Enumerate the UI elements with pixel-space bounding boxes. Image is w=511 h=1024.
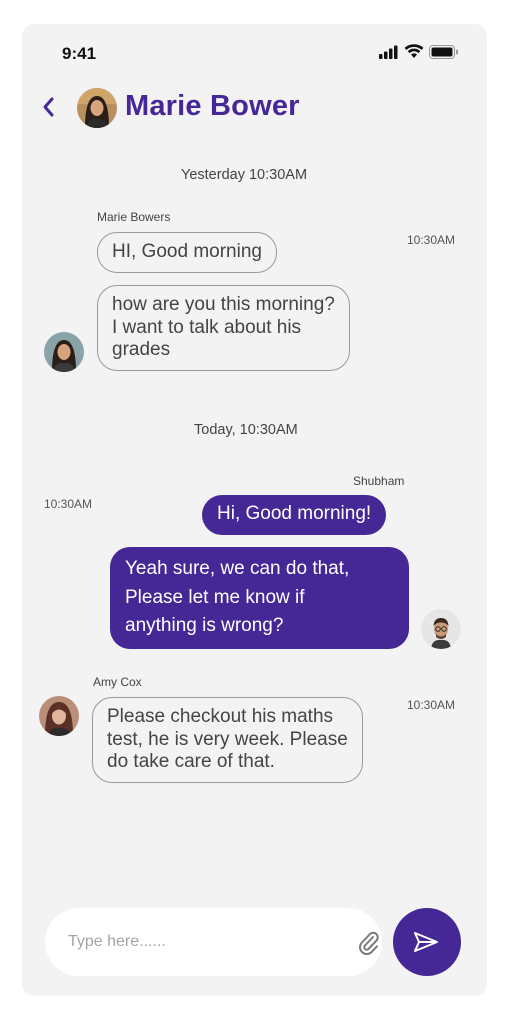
message-line: how are you this morning?: [112, 294, 335, 315]
message-line: Please let me know if: [125, 586, 305, 608]
message-time: 10:30AM: [407, 233, 456, 247]
sender-name: Marie Bowers: [97, 210, 171, 224]
sender-name: Amy Cox: [93, 675, 142, 689]
attach-button[interactable]: [355, 928, 381, 956]
message-time: 10:30AM: [407, 698, 456, 712]
message-line: Yeah sure, we can do that,: [125, 558, 350, 579]
incoming-message[interactable]: Please checkout his maths test, he is ve…: [92, 697, 363, 783]
status-time: 9:41: [62, 44, 97, 63]
message-line: Please checkout his maths: [107, 706, 334, 727]
outgoing-message[interactable]: Hi, Good morning!: [202, 495, 387, 535]
sender-avatar[interactable]: [421, 609, 461, 649]
message-line: HI, Good morning: [112, 241, 262, 262]
message-line: Hi, Good morning!: [217, 503, 372, 524]
send-button[interactable]: [393, 908, 461, 976]
message-composer: [45, 908, 382, 976]
incoming-message[interactable]: how are you this morning? I want to talk…: [97, 285, 350, 371]
outgoing-message[interactable]: Yeah sure, we can do that, Please let me…: [110, 547, 409, 649]
message-line: anything is wrong?: [125, 615, 284, 636]
message-input[interactable]: [68, 926, 318, 958]
date-separator: Yesterday 10:30AM: [181, 167, 308, 183]
message-line: do take care of that.: [107, 751, 275, 772]
sender-avatar[interactable]: [39, 696, 79, 736]
signal-icon: [379, 45, 398, 59]
date-separator: Today, 10:30AM: [194, 422, 298, 438]
sender-name: Shubham: [353, 474, 405, 488]
battery-icon: [429, 45, 458, 59]
message-line: test, he is very week. Please: [107, 728, 348, 750]
message-time: 10:30AM: [44, 497, 93, 511]
chat-screen: 9:41 Marie Bower Yesterday 10:30AM Marie…: [22, 24, 487, 996]
chevron-left-icon: [43, 97, 54, 117]
status-icons: [378, 44, 462, 60]
send-icon: [414, 932, 438, 952]
message-line: I want to talk about his: [112, 316, 302, 338]
message-line: grades: [112, 339, 171, 360]
back-button[interactable]: [39, 94, 59, 120]
wifi-icon: [404, 44, 424, 58]
sender-avatar[interactable]: [44, 332, 84, 372]
incoming-message[interactable]: HI, Good morning: [97, 232, 277, 273]
contact-name: Marie Bower: [125, 90, 300, 122]
header-avatar[interactable]: [77, 88, 117, 128]
paperclip-icon: [359, 931, 379, 956]
